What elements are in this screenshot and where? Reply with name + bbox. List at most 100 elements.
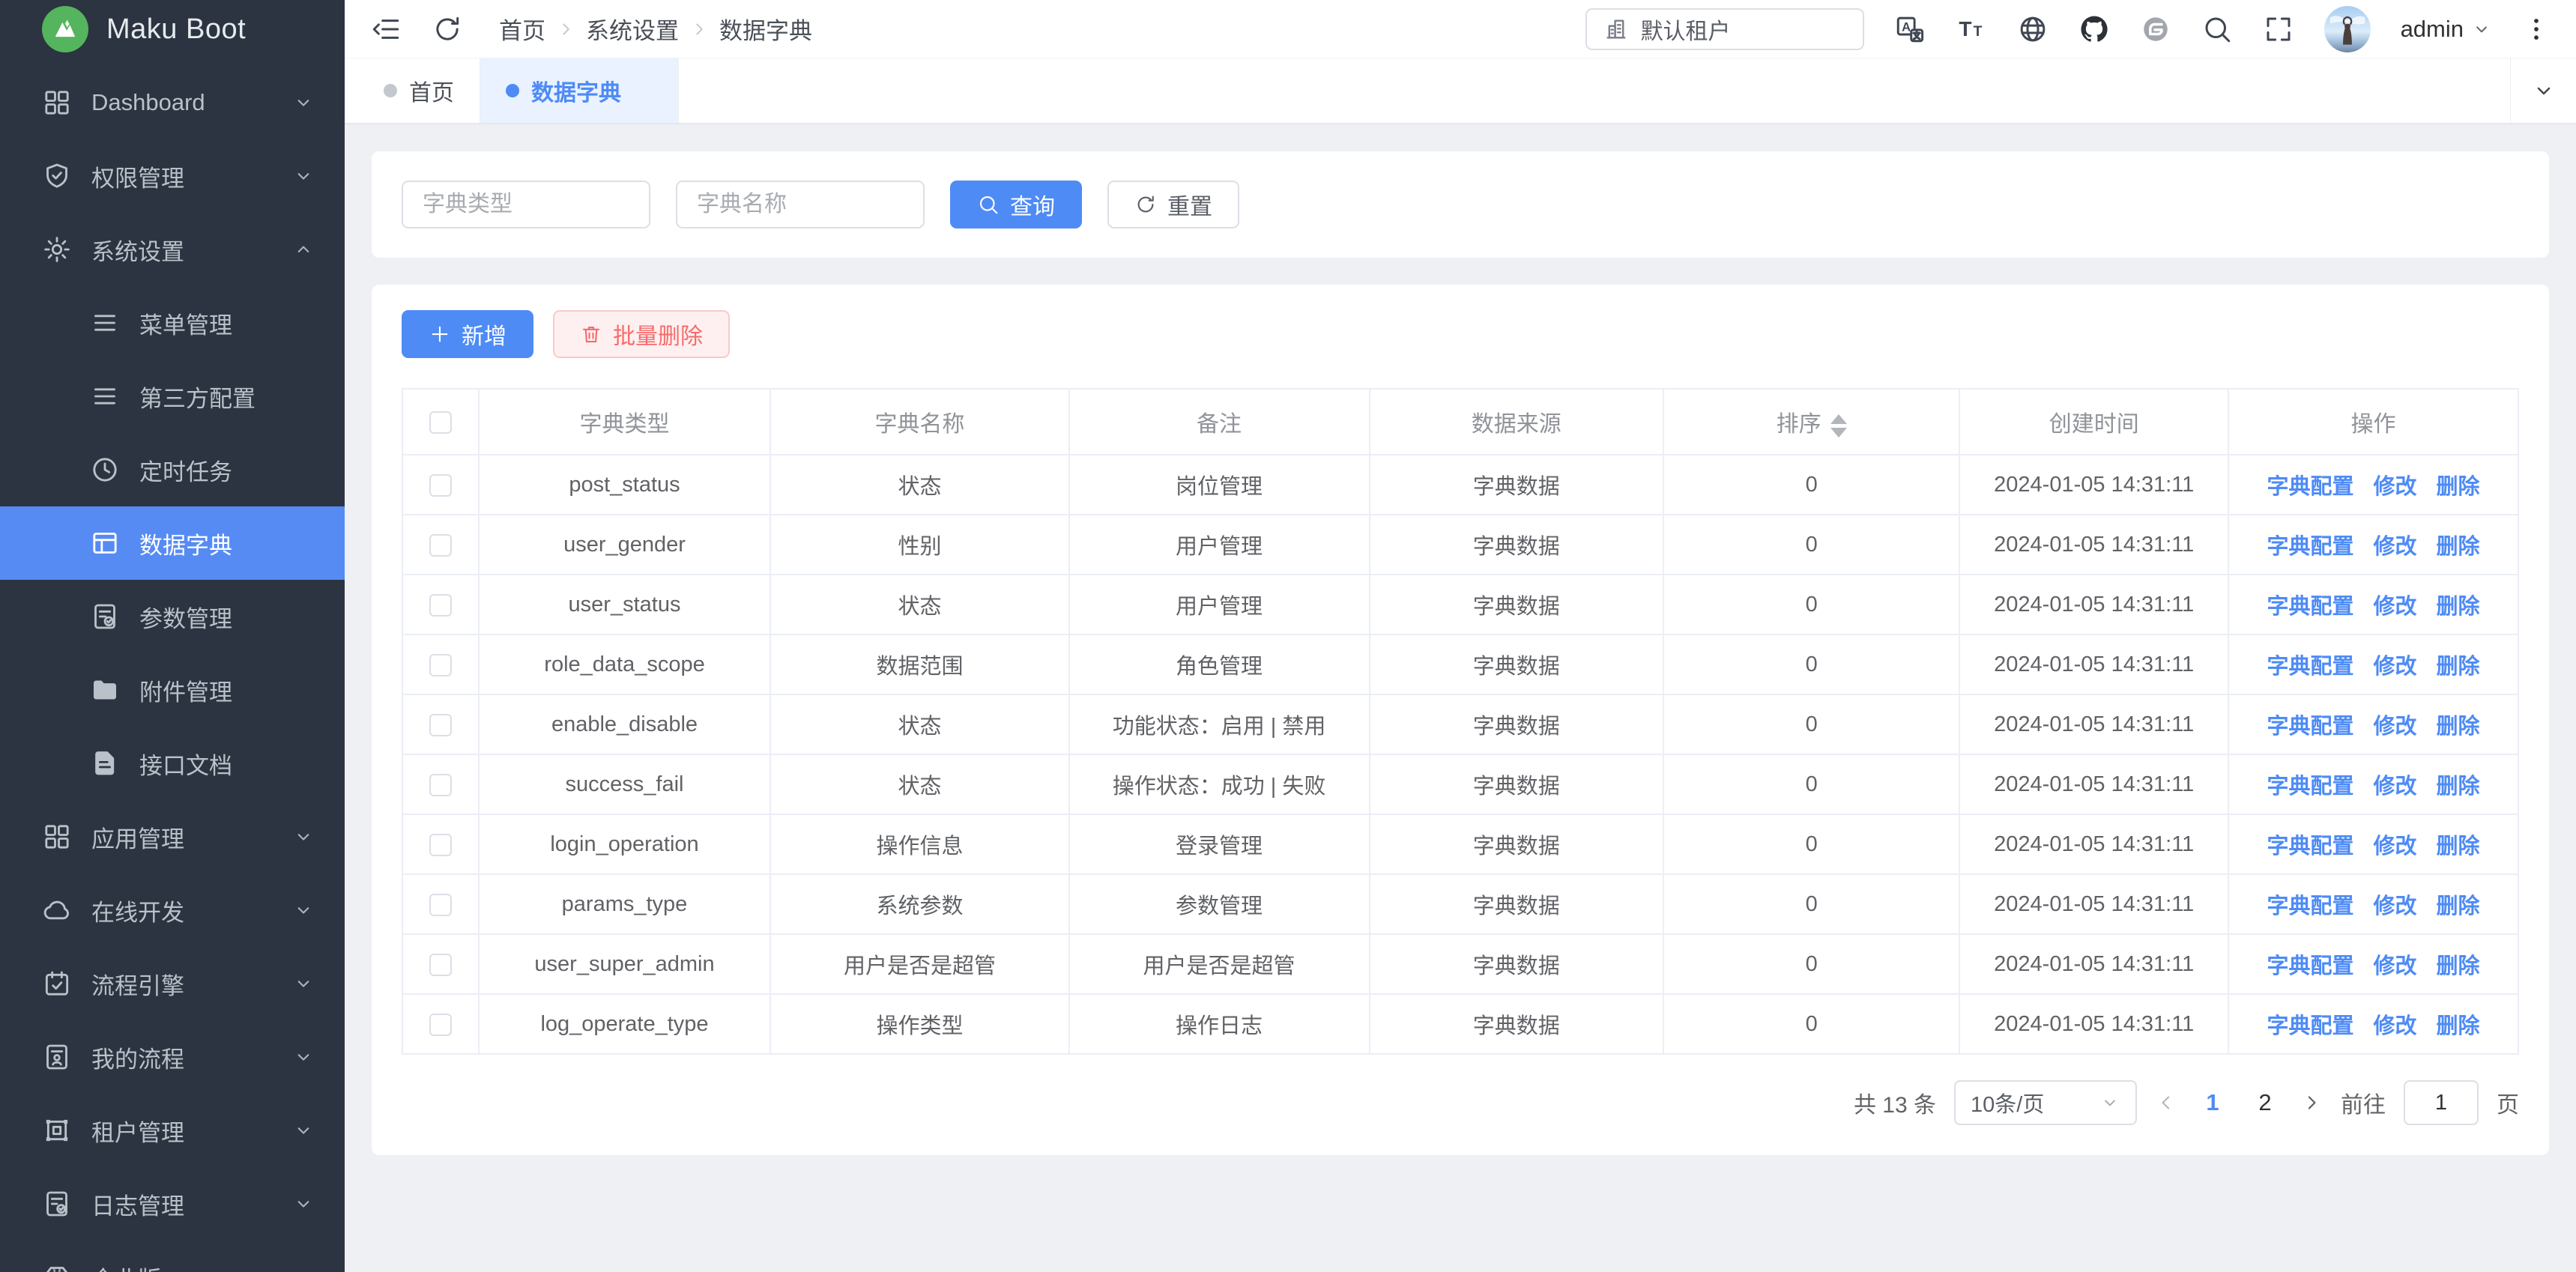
edit-link[interactable]: 修改 (2374, 954, 2417, 978)
sidebar-item-my-flow[interactable]: 我的流程 (0, 1020, 345, 1094)
delete-link[interactable]: 删除 (2437, 475, 2480, 499)
fullscreen-icon[interactable] (2263, 13, 2294, 45)
sidebar-item-workflow[interactable]: 流程引擎 (0, 947, 345, 1020)
edit-link[interactable]: 修改 (2374, 655, 2417, 679)
delete-link[interactable]: 删除 (2437, 954, 2480, 978)
sidebar-item-params[interactable]: 参数管理 (0, 580, 345, 653)
delete-link[interactable]: 删除 (2437, 835, 2480, 858)
edit-link[interactable]: 修改 (2374, 1014, 2417, 1038)
edit-link[interactable]: 修改 (2374, 715, 2417, 739)
dict-config-link[interactable]: 字典配置 (2267, 894, 2354, 918)
delete-link[interactable]: 删除 (2437, 535, 2480, 559)
dict-config-link[interactable]: 字典配置 (2267, 835, 2354, 858)
chevron-down-icon (2099, 1092, 2120, 1113)
reset-button[interactable]: 重置 (1107, 181, 1239, 228)
row-checkbox[interactable] (429, 714, 452, 736)
dict-config-link[interactable]: 字典配置 (2267, 954, 2354, 978)
sidebar-item-api-doc[interactable]: 接口文档 (0, 727, 345, 800)
goto-page-input[interactable] (2404, 1080, 2479, 1125)
dict-type-input[interactable] (402, 181, 650, 228)
sidebar-item-online-dev[interactable]: 在线开发 (0, 873, 345, 947)
logo[interactable]: Maku Boot (0, 0, 345, 58)
page-1[interactable]: 1 (2195, 1089, 2230, 1116)
row-checkbox[interactable] (429, 834, 452, 856)
sort-caret-icon[interactable] (1830, 414, 1847, 437)
sidebar-item-enterprise[interactable]: 企业版 (0, 1241, 345, 1272)
dict-config-link[interactable]: 字典配置 (2267, 535, 2354, 559)
grid-icon (42, 88, 72, 118)
refresh-icon (1134, 193, 1157, 216)
avatar[interactable] (2324, 6, 2371, 52)
tab-首页[interactable]: 首页 (358, 58, 480, 123)
delete-link[interactable]: 删除 (2437, 655, 2480, 679)
delete-link[interactable]: 删除 (2437, 1014, 2480, 1038)
row-checkbox[interactable] (429, 894, 452, 916)
row-checkbox[interactable] (429, 774, 452, 796)
cell-source: 字典数据 (1370, 874, 1664, 934)
sidebar-item-tenant-mgmt[interactable]: 租户管理 (0, 1094, 345, 1167)
sidebar-item-data-dict[interactable]: 数据字典 (0, 506, 345, 580)
gitee-icon[interactable] (2140, 13, 2171, 45)
topbar-left: 首页 系统设置 数据字典 (370, 12, 812, 46)
search-button[interactable]: 查询 (950, 181, 1082, 228)
delete-link[interactable]: 删除 (2437, 894, 2480, 918)
dict-config-link[interactable]: 字典配置 (2267, 595, 2354, 619)
globe-icon[interactable] (2017, 13, 2049, 45)
sidebar-item-scheduled[interactable]: 定时任务 (0, 433, 345, 506)
dict-name-input[interactable] (676, 181, 925, 228)
sidebar-item-log-mgmt[interactable]: 日志管理 (0, 1167, 345, 1241)
sidebar-item-menu-mgmt[interactable]: 菜单管理 (0, 286, 345, 360)
edit-link[interactable]: 修改 (2374, 775, 2417, 799)
tab-数据字典[interactable]: 数据字典 (480, 58, 679, 123)
col-sort[interactable]: 排序 (1663, 389, 1959, 455)
row-checkbox[interactable] (429, 534, 452, 557)
edit-link[interactable]: 修改 (2374, 475, 2417, 499)
prev-page-icon[interactable] (2155, 1091, 2177, 1114)
row-checkbox[interactable] (429, 1014, 452, 1036)
dict-config-link[interactable]: 字典配置 (2267, 775, 2354, 799)
dict-config-link[interactable]: 字典配置 (2267, 1014, 2354, 1038)
row-checkbox[interactable] (429, 474, 452, 497)
next-page-icon[interactable] (2300, 1091, 2323, 1114)
breadcrumb-home[interactable]: 首页 (499, 12, 545, 46)
page-2[interactable]: 2 (2248, 1089, 2282, 1116)
dict-config-link[interactable]: 字典配置 (2267, 655, 2354, 679)
delete-link[interactable]: 删除 (2437, 595, 2480, 619)
batch-delete-button[interactable]: 批量删除 (553, 310, 730, 358)
tenant-select[interactable]: 默认租户 (1585, 8, 1864, 50)
row-checkbox[interactable] (429, 594, 452, 617)
page-size-select[interactable]: 10条/页 (1954, 1080, 2137, 1125)
kebab-menu-icon[interactable] (2522, 15, 2551, 43)
dict-config-link[interactable]: 字典配置 (2267, 715, 2354, 739)
close-icon[interactable] (633, 81, 653, 100)
edit-link[interactable]: 修改 (2374, 894, 2417, 918)
delete-link[interactable]: 删除 (2437, 775, 2480, 799)
row-checkbox[interactable] (429, 954, 452, 976)
sidebar-item-system[interactable]: 系统设置 (0, 213, 345, 286)
edit-link[interactable]: 修改 (2374, 835, 2417, 858)
edit-link[interactable]: 修改 (2374, 595, 2417, 619)
sidebar-collapse-icon[interactable] (370, 13, 402, 45)
cell-sort: 0 (1663, 754, 1959, 814)
font-size-icon[interactable]: TT (1956, 13, 1987, 45)
search-icon[interactable] (2201, 13, 2233, 45)
tab-dropdown[interactable] (2510, 58, 2576, 123)
sidebar-item-attachment[interactable]: 附件管理 (0, 653, 345, 727)
sidebar-item-dashboard[interactable]: Dashboard (0, 66, 345, 139)
add-button[interactable]: 新增 (402, 310, 533, 358)
delete-link[interactable]: 删除 (2437, 715, 2480, 739)
translate-icon[interactable]: A (1894, 13, 1926, 45)
dict-config-link[interactable]: 字典配置 (2267, 475, 2354, 499)
breadcrumb-system[interactable]: 系统设置 (586, 12, 679, 46)
cell-dict-type: success_fail (479, 754, 771, 814)
cell-source: 字典数据 (1370, 575, 1664, 635)
github-icon[interactable] (2078, 13, 2110, 45)
sidebar-item-third-party[interactable]: 第三方配置 (0, 360, 345, 433)
sidebar-item-app-mgmt[interactable]: 应用管理 (0, 800, 345, 873)
edit-link[interactable]: 修改 (2374, 535, 2417, 559)
row-checkbox[interactable] (429, 654, 452, 676)
user-menu[interactable]: admin (2401, 16, 2492, 43)
refresh-icon[interactable] (432, 13, 463, 45)
sidebar-item-permission[interactable]: 权限管理 (0, 139, 345, 213)
select-all-checkbox[interactable] (429, 411, 452, 434)
